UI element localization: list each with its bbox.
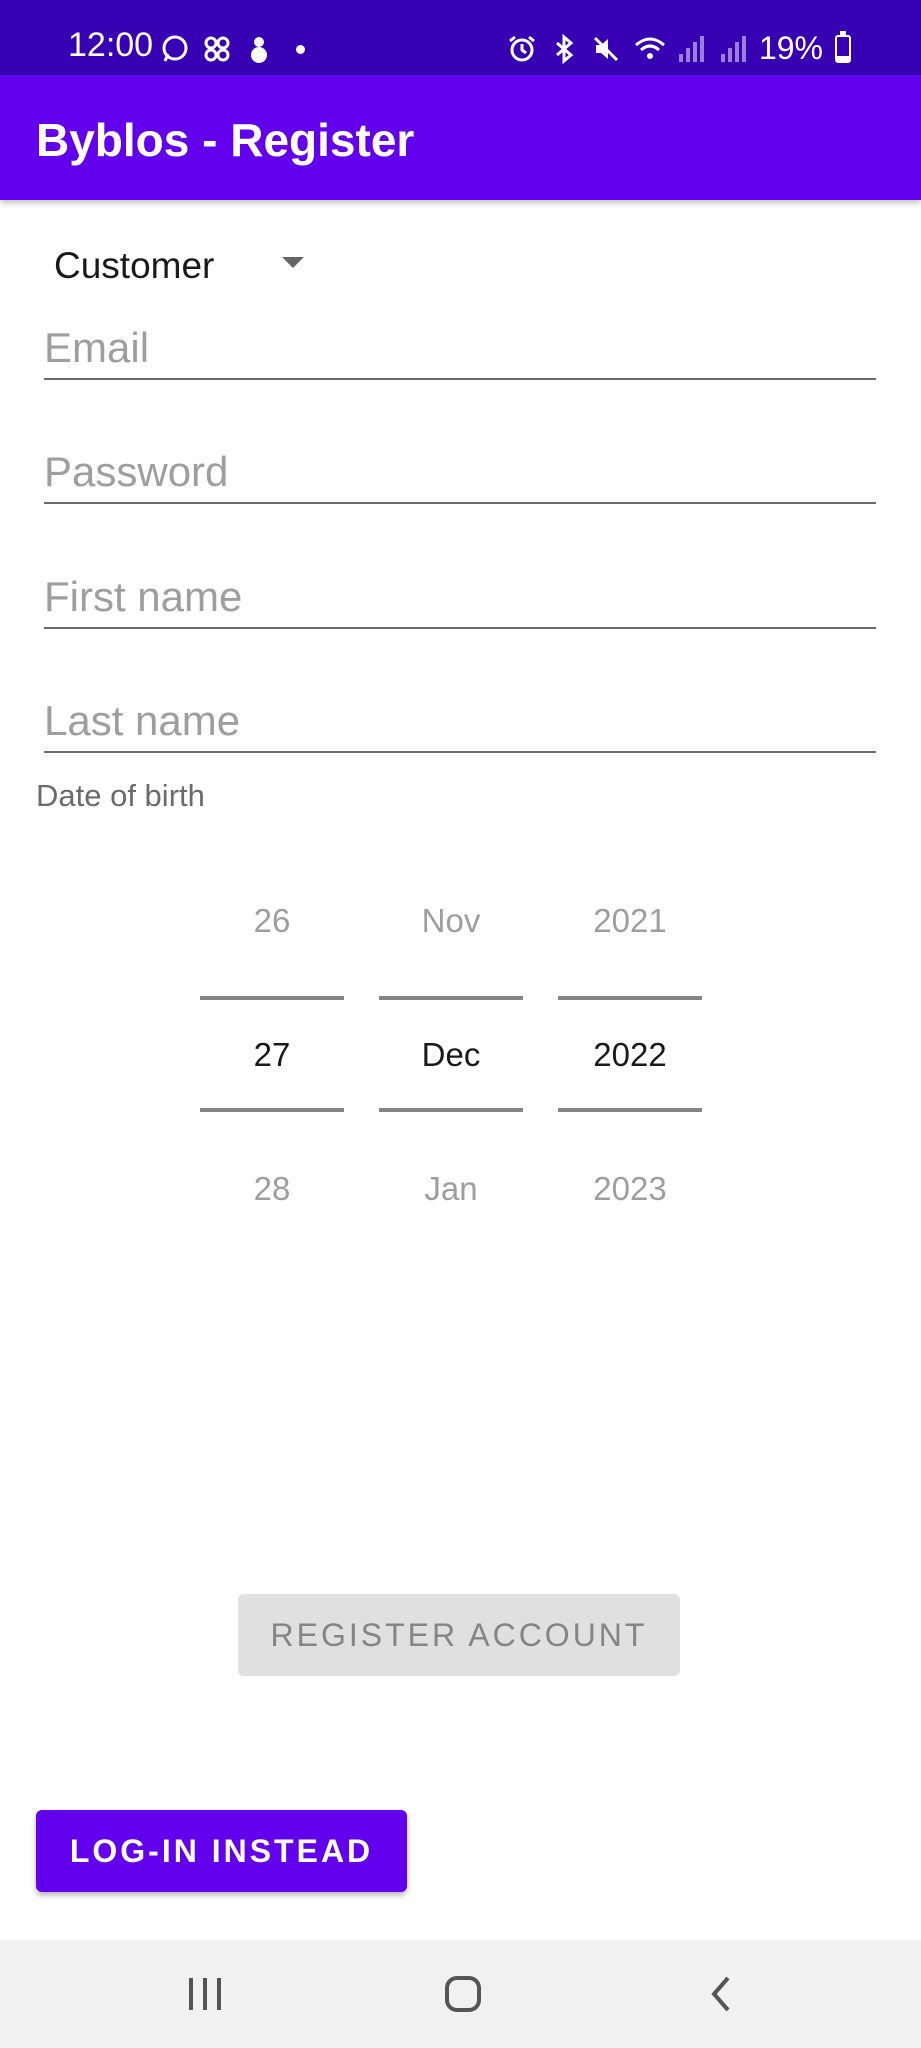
month-prev[interactable]: Nov <box>379 902 523 940</box>
signal-icon <box>675 34 705 64</box>
day-prev[interactable]: 26 <box>200 902 344 940</box>
whatsapp-icon <box>160 34 190 64</box>
signal-icon <box>717 34 747 64</box>
status-left-icons <box>160 34 305 64</box>
pinwheel-icon <box>202 34 232 64</box>
alarm-icon <box>507 34 537 64</box>
login-instead-button[interactable]: LOG-IN INSTEAD <box>36 1810 407 1892</box>
status-bar: 12:00 19% <box>0 0 921 75</box>
month-next[interactable]: Jan <box>379 1170 523 1208</box>
year-prev[interactable]: 2021 <box>558 902 702 940</box>
picker-divider <box>558 1108 702 1112</box>
year-picker[interactable]: 2021 2022 2023 <box>558 860 702 1207</box>
month-current[interactable]: Dec <box>379 1036 523 1074</box>
first-name-field[interactable] <box>44 549 876 627</box>
dob-label: Date of birth <box>36 778 205 813</box>
app-bar: Byblos - Register <box>0 75 921 200</box>
role-spinner[interactable]: Customer <box>36 235 326 295</box>
back-icon[interactable] <box>676 1962 766 2026</box>
email-field[interactable] <box>44 300 876 378</box>
year-current[interactable]: 2022 <box>558 1036 702 1074</box>
day-current[interactable]: 27 <box>200 1036 344 1074</box>
system-nav-bar <box>0 1940 921 2048</box>
picker-divider <box>379 996 523 1000</box>
status-time: 12:00 <box>68 26 154 64</box>
email-field-container <box>44 300 876 380</box>
last-name-field-container <box>44 673 876 753</box>
month-picker[interactable]: Nov Dec Jan <box>379 860 523 1207</box>
wifi-icon <box>633 34 665 64</box>
last-name-field[interactable] <box>44 673 876 751</box>
year-next[interactable]: 2023 <box>558 1170 702 1208</box>
picker-divider <box>379 1108 523 1112</box>
battery-percent: 19% <box>758 30 823 66</box>
password-field[interactable] <box>44 424 876 502</box>
bluetooth-icon <box>549 33 579 64</box>
snowman-icon <box>244 34 274 64</box>
picker-divider <box>200 1108 344 1112</box>
battery-icon <box>835 30 851 63</box>
dropdown-arrow-icon <box>282 257 304 268</box>
page-title: Byblos - Register <box>36 114 415 166</box>
day-next[interactable]: 28 <box>200 1170 344 1208</box>
status-right-icons: 19% <box>507 30 851 67</box>
battery-fill <box>837 55 849 61</box>
mute-icon <box>591 34 621 64</box>
recents-icon[interactable] <box>160 1962 250 2026</box>
home-icon[interactable] <box>418 1962 508 2026</box>
notification-dot-icon <box>296 44 305 54</box>
register-account-button[interactable]: REGISTER ACCOUNT <box>238 1594 680 1676</box>
role-spinner-value: Customer <box>54 245 215 286</box>
picker-divider <box>558 996 702 1000</box>
picker-divider <box>200 996 344 1000</box>
day-picker[interactable]: 26 27 28 <box>200 860 344 1207</box>
password-field-container <box>44 424 876 504</box>
first-name-field-container <box>44 549 876 629</box>
